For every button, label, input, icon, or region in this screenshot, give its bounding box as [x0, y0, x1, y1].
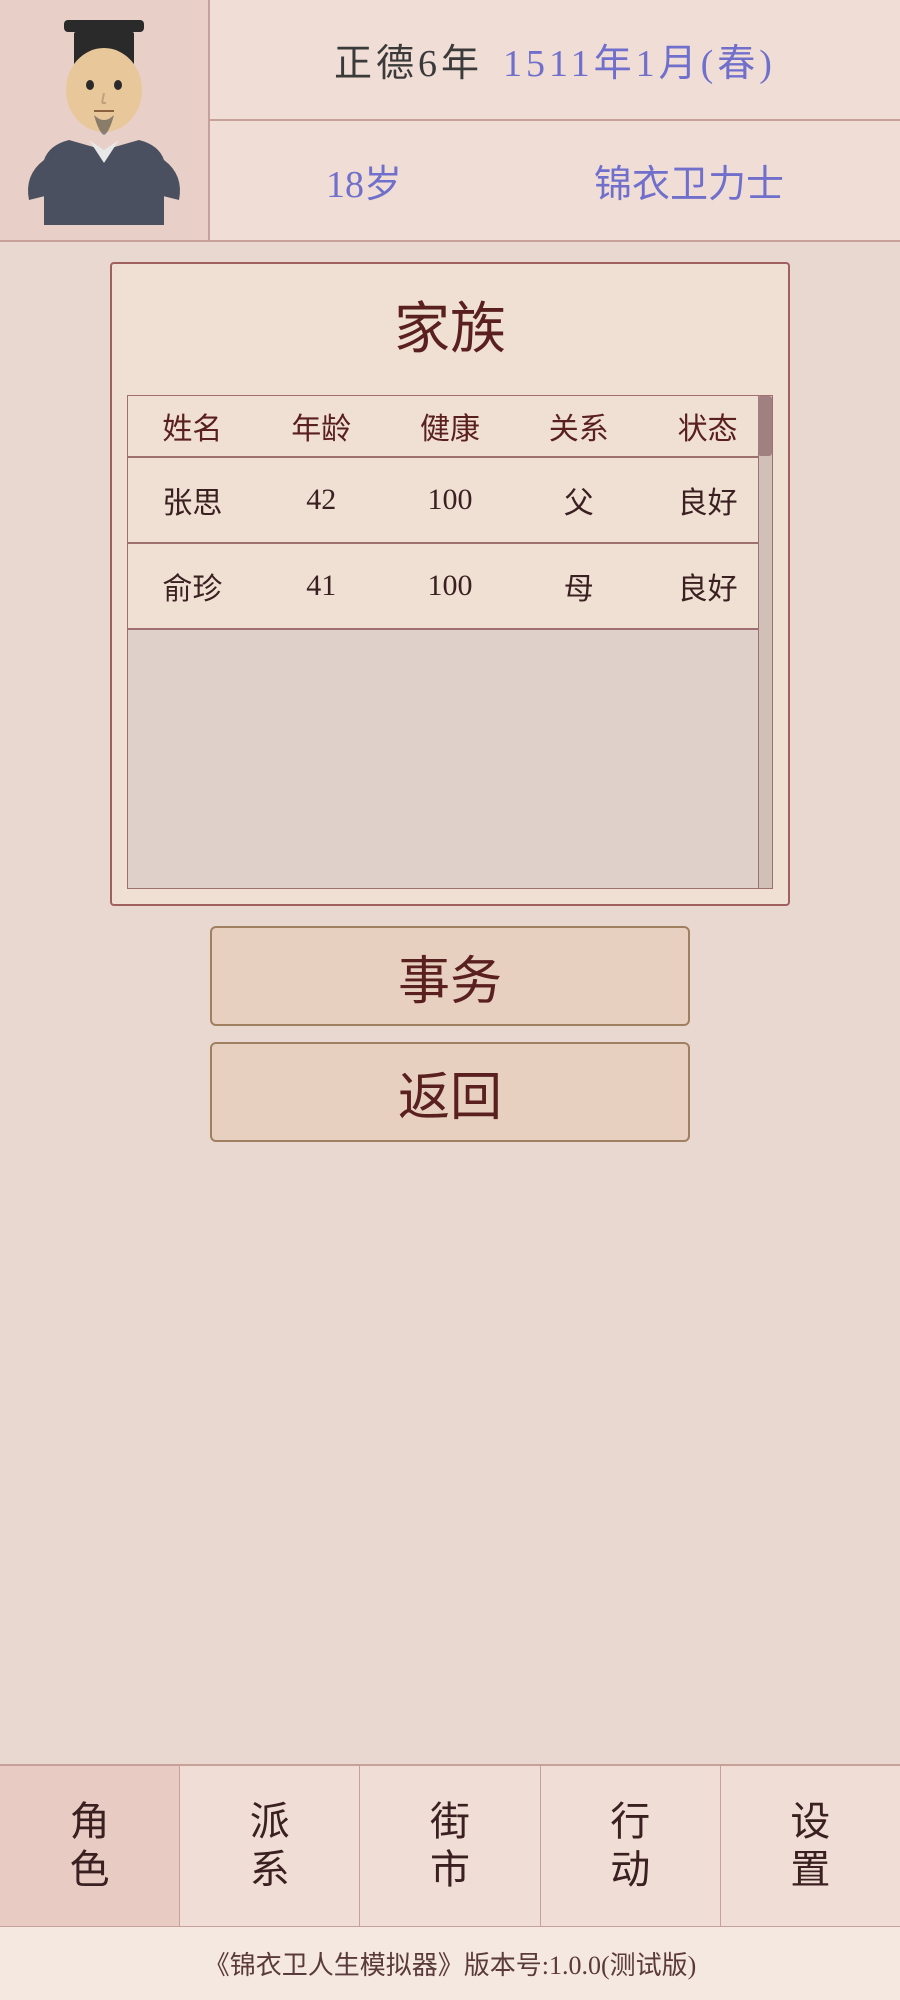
footer: 《锦衣卫人生模拟器》版本号:1.0.0(测试版) — [0, 1926, 900, 2000]
family-title: 家族 — [127, 284, 773, 365]
main-content: 家族 姓名 年龄 健康 关系 状态 张思 42 100 — [0, 242, 900, 1764]
affairs-button[interactable]: 事务 — [210, 926, 690, 1026]
nav-item-action[interactable]: 行动 — [541, 1766, 721, 1926]
back-button[interactable]: 返回 — [210, 1042, 690, 1142]
member-age-0: 42 — [257, 457, 386, 543]
date-label: 1511年1月(春) — [503, 32, 776, 87]
bottom-nav: 角色 派系 街市 行动 设置 — [0, 1764, 900, 1926]
col-status: 状态 — [643, 396, 772, 457]
table-row[interactable]: 张思 42 100 父 良好 — [128, 457, 772, 543]
title-label: 锦衣卫力士 — [594, 153, 784, 208]
age-label: 18岁 — [326, 153, 402, 208]
character-avatar — [14, 15, 194, 225]
nav-item-character[interactable]: 角色 — [0, 1766, 180, 1926]
nav-label-action: 行动 — [610, 1798, 650, 1894]
member-status-1: 良好 — [643, 543, 772, 628]
member-age-1: 41 — [257, 543, 386, 628]
nav-label-faction: 派系 — [250, 1798, 290, 1894]
header-info: 正德6年 1511年1月(春) 18岁 锦衣卫力士 — [210, 0, 900, 240]
year-label: 正德6年 — [334, 32, 483, 87]
member-name-0: 张思 — [128, 457, 257, 543]
member-status-0: 良好 — [643, 457, 772, 543]
footer-text: 《锦衣卫人生模拟器》版本号:1.0.0(测试版) — [204, 1951, 697, 1980]
scrollbar-thumb[interactable] — [758, 396, 772, 456]
scrollbar[interactable] — [758, 396, 772, 888]
nav-label-market: 街市 — [430, 1798, 470, 1894]
header-status-row: 18岁 锦衣卫力士 — [210, 121, 900, 240]
nav-label-character: 角色 — [70, 1798, 110, 1894]
member-health-0: 100 — [386, 457, 515, 543]
family-panel: 家族 姓名 年龄 健康 关系 状态 张思 42 100 — [110, 262, 790, 906]
col-age: 年龄 — [257, 396, 386, 457]
button-area: 事务 返回 — [110, 926, 790, 1142]
header: 正德6年 1511年1月(春) 18岁 锦衣卫力士 — [0, 0, 900, 242]
member-relation-0: 父 — [514, 457, 643, 543]
family-table: 姓名 年龄 健康 关系 状态 张思 42 100 父 良好 — [128, 396, 772, 628]
table-row[interactable]: 俞珍 41 100 母 良好 — [128, 543, 772, 628]
nav-item-market[interactable]: 街市 — [360, 1766, 540, 1926]
nav-label-settings: 设置 — [790, 1798, 830, 1894]
col-health: 健康 — [386, 396, 515, 457]
member-name-1: 俞珍 — [128, 543, 257, 628]
nav-item-settings[interactable]: 设置 — [721, 1766, 900, 1926]
avatar-box — [0, 0, 210, 240]
col-name: 姓名 — [128, 396, 257, 457]
family-table-area[interactable]: 姓名 年龄 健康 关系 状态 张思 42 100 父 良好 — [127, 395, 773, 889]
member-relation-1: 母 — [514, 543, 643, 628]
member-health-1: 100 — [386, 543, 515, 628]
empty-rows — [128, 628, 772, 888]
col-relation: 关系 — [514, 396, 643, 457]
nav-item-faction[interactable]: 派系 — [180, 1766, 360, 1926]
header-date-row: 正德6年 1511年1月(春) — [210, 0, 900, 121]
table-header-row: 姓名 年龄 健康 关系 状态 — [128, 396, 772, 457]
